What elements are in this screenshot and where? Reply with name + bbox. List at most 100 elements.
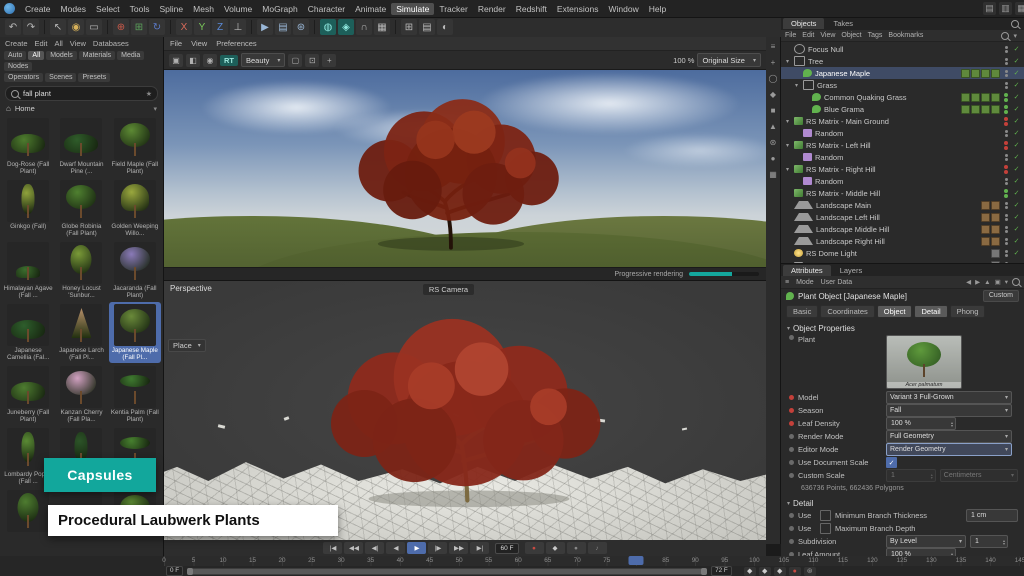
menu-volume[interactable]: Volume [219, 3, 257, 15]
visibility-dots[interactable] [1003, 117, 1009, 126]
render-dot[interactable] [1004, 194, 1008, 198]
redo-icon[interactable]: ↷ [23, 19, 39, 35]
display-mode-icon[interactable]: ◐ [437, 19, 453, 35]
grid-toggle-icon[interactable]: ⊞ [401, 19, 417, 35]
breadcrumb-label[interactable]: Home [15, 104, 35, 113]
ab-tab-media[interactable]: Media [117, 51, 144, 60]
texture-tag-icon[interactable] [961, 93, 970, 102]
object-row-rs-matrix-right-hill[interactable]: ▾RS Matrix - Right Hill✓ [781, 163, 1024, 175]
enable-check-icon[interactable]: ✓ [1012, 213, 1021, 221]
object-row-japanese-maple[interactable]: Japanese Maple✓ [781, 67, 1024, 79]
hamburger-icon[interactable]: ≡ [768, 41, 779, 52]
x-axis-icon[interactable]: X [176, 19, 192, 35]
editor-dot[interactable] [1004, 93, 1008, 97]
tab-objects[interactable]: Objects [783, 18, 824, 29]
editor-dot[interactable] [1005, 154, 1008, 157]
object-row-common-quaking-grass[interactable]: Common Quaking Grass✓ [781, 91, 1024, 103]
render-dot[interactable] [1005, 74, 1008, 77]
layout-grid-icon[interactable]: ▦ [1015, 2, 1024, 15]
plant-item-globe-robinia-fall-plant[interactable]: Globe Robinia (Fall Plant) [55, 178, 107, 239]
enable-check-icon[interactable]: ✓ [1012, 129, 1021, 137]
dropdown-render-geometry[interactable]: Render Geometry▾ [886, 443, 1012, 456]
visibility-dots[interactable] [1003, 105, 1009, 114]
key-rotation-icon[interactable]: ◆ [774, 567, 786, 576]
om-menu-object[interactable]: Object [841, 32, 861, 39]
plant-item-golden-weeping-willo[interactable]: Golden Weeping Willo... [109, 178, 161, 239]
number-field[interactable]: 1 cm [966, 509, 1018, 522]
ab-menu-edit[interactable]: Edit [35, 39, 48, 48]
pixel-probe-icon[interactable]: + [322, 54, 336, 67]
prev-key-button[interactable]: ◀◀ [344, 542, 363, 554]
enable-check-icon[interactable]: ✓ [1012, 57, 1021, 65]
spinner-icon[interactable]: ▴▾ [951, 421, 953, 427]
editor-dot[interactable] [1005, 130, 1008, 133]
texture-tag-icon[interactable] [981, 237, 990, 246]
prev-frame-button[interactable]: ◀| [365, 542, 384, 554]
camera-label[interactable]: RS Camera [423, 284, 474, 295]
menu-help[interactable]: Help [644, 3, 671, 15]
dropdown-variant-3-full-grown[interactable]: Variant 3 Full-Grown▾ [886, 391, 1012, 404]
render-dot[interactable] [1005, 254, 1008, 257]
texture-tag-icon[interactable] [981, 201, 990, 210]
ab-tab-models[interactable]: Models [46, 51, 77, 60]
enable-check-icon[interactable]: ✓ [1012, 105, 1021, 113]
editor-dot[interactable] [1005, 238, 1008, 241]
enable-check-icon[interactable]: ✓ [1012, 69, 1021, 77]
render-dot[interactable] [1004, 146, 1008, 150]
menu-extensions[interactable]: Extensions [552, 3, 604, 15]
rv-menu-view[interactable]: View [191, 39, 207, 48]
texture-tag-icon[interactable] [991, 237, 1000, 246]
menu-create[interactable]: Create [20, 3, 56, 15]
animation-dot[interactable] [789, 434, 794, 439]
ab-tab-nodes[interactable]: Nodes [4, 62, 32, 71]
plant-item-kentia-palm-fall-plant[interactable]: Kentia Palm (Fall Plant) [109, 364, 161, 425]
ab-tab-auto[interactable]: Auto [4, 51, 26, 60]
snapshot-icon[interactable]: ▣ [169, 54, 183, 67]
expand-icon[interactable]: ▾ [793, 82, 800, 89]
editor-dot[interactable] [1005, 262, 1008, 264]
tab-layers[interactable]: Layers [832, 265, 871, 276]
visibility-dots[interactable] [1003, 202, 1009, 209]
dropdown-centimeters[interactable]: Centimeters▾ [940, 469, 1018, 482]
section-header-detail[interactable]: ▾Detail [787, 497, 1018, 509]
visibility-dots[interactable] [1003, 189, 1009, 198]
menu-tracker[interactable]: Tracker [434, 3, 473, 15]
visibility-dots[interactable] [1003, 141, 1009, 150]
up-icon[interactable]: ▲ [984, 279, 990, 286]
snap-icon[interactable]: ◈ [338, 19, 354, 35]
render-view-icon[interactable]: ▶ [257, 19, 273, 35]
editor-dot[interactable] [1005, 250, 1008, 253]
move-icon[interactable]: ⊕ [113, 19, 129, 35]
plant-item-honey-locust-sunbur[interactable]: Honey Locust 'Sunbur... [55, 240, 107, 301]
texture-tag-icon[interactable] [971, 93, 980, 102]
attr-tab-coordinates[interactable]: Coordinates [820, 305, 874, 318]
animation-dot[interactable] [789, 447, 794, 452]
editor-dot[interactable] [1005, 46, 1008, 49]
chevron-down-icon[interactable]: ▾ [1005, 278, 1008, 286]
place-tool-button[interactable]: Place ▾ [168, 339, 206, 352]
ab-menu-create[interactable]: Create [5, 39, 28, 48]
render-dot[interactable] [1004, 170, 1008, 174]
search-icon[interactable] [1001, 32, 1009, 40]
object-row-landscape-middle-hill[interactable]: Landscape Middle Hill✓ [781, 223, 1024, 235]
editor-dot[interactable] [1005, 226, 1008, 229]
enable-check-icon[interactable]: ✓ [1012, 225, 1021, 233]
enable-check-icon[interactable]: ✓ [1012, 141, 1021, 149]
spin-down-icon[interactable]: ▾ [951, 424, 953, 427]
z-axis-icon[interactable]: Z [212, 19, 228, 35]
number-field[interactable]: 1▴▾ [886, 469, 936, 482]
visibility-dots[interactable] [1003, 214, 1009, 221]
region-render-icon[interactable]: ⊡ [305, 54, 319, 67]
live-selection-icon[interactable]: ◉ [68, 19, 84, 35]
animation-dot[interactable] [789, 395, 794, 400]
range-end-field[interactable]: 72 F [711, 566, 732, 576]
texture-tag-icon[interactable] [971, 69, 980, 78]
editor-dot[interactable] [1004, 189, 1008, 193]
enable-check-icon[interactable]: ✓ [1012, 177, 1021, 185]
next-key-button[interactable]: ▶▶ [449, 542, 468, 554]
menu-modes[interactable]: Modes [56, 3, 92, 15]
maple-tree-viewport[interactable] [212, 298, 718, 516]
visibility-dots[interactable] [1003, 130, 1009, 137]
sort-chevron-icon[interactable]: ▾ [153, 105, 157, 113]
checkbox[interactable]: ✓ [886, 457, 897, 468]
